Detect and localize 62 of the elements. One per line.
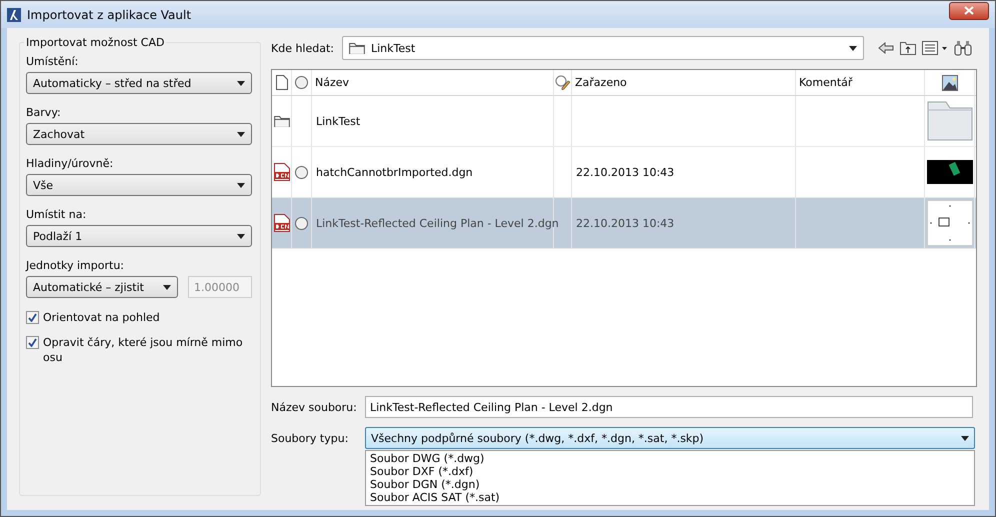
look-in-label: Kde hledat: [271,42,334,54]
back-arrow-icon[interactable] [878,42,894,54]
folder-icon [274,114,290,128]
checkbox-label: Opravit čáry, které jsou mírně mimo osu [43,335,244,365]
close-button[interactable] [949,2,989,20]
field-label: Jednotky importu: [26,259,125,272]
document-icon [276,75,288,90]
window-title: Importovat z aplikace Vault [27,8,192,22]
caret-icon [237,234,245,238]
date-text: 22.10.2013 10:43 [576,166,674,178]
field-label: Umístění: [26,55,80,68]
file-name: LinkTest-Reflected Ceiling Plan - Level 2.dgn [316,216,559,230]
field-label: Název souboru: [271,400,357,414]
comment-pencil-icon [555,75,570,90]
drawing-thumbnail [926,200,972,246]
dropdown[interactable]: Automaticky – střed na střed [26,72,252,94]
dropdown-option[interactable]: Soubor DXF (*.dxf) [370,465,970,478]
checkbox[interactable] [26,336,39,349]
caret-icon [237,182,245,188]
folder-icon [349,42,365,54]
dgn-file-icon [274,214,290,232]
status-circle-icon [295,166,308,178]
image-icon [942,74,958,90]
checkbox[interactable] [26,311,39,324]
dropdown[interactable]: Podlaží 1 [26,225,252,247]
column-heading[interactable]: Zařazeno [572,70,796,95]
date-text: 22.10.2013 10:43 [576,216,674,230]
dropdown[interactable]: Zachovat [26,123,252,145]
caret-icon [163,284,171,290]
status-circle-icon [295,216,308,230]
file-name: LinkTest [316,114,360,128]
dgn-file-icon [274,163,290,181]
dropdown[interactable]: Automatické – zjistit [26,276,178,298]
file-name-field[interactable]: LinkTest-Reflected Ceiling Plan - Level 2.dgn [365,396,973,418]
checkbox-label: Orientovat na pohled [43,310,160,325]
field-label: Soubory typu: [271,432,350,444]
group-title: Importovat možnost CAD [25,36,166,49]
field-label: Umístit na: [26,208,88,221]
app-logo-icon [7,8,21,22]
file-row[interactable]: hatchCannotbrImported.dgn 22.10.2013 10:43 [272,147,976,198]
caret-icon [961,436,969,440]
status-circle-icon [295,76,308,89]
caret-icon [237,132,245,136]
dropdown-option[interactable]: Soubor DGN (*.dgn) [370,478,970,491]
dropdown[interactable]: Vše [26,174,252,196]
dropdown-option[interactable]: Soubor DWG (*.dwg) [370,452,970,465]
dropdown-option[interactable]: Soubor ACIS SAT (*.sat) [370,491,970,504]
view-menu-icon[interactable] [922,41,948,55]
column-heading[interactable]: Název [312,70,554,95]
file-row[interactable]: LinkTest-Reflected Ceiling Plan - Level 2.dgn 22.10.2013 10:43 [272,198,976,249]
field-label: Hladiny/úrovně: [26,157,114,170]
folder-up-icon[interactable] [900,41,916,55]
file-name: hatchCannotbrImported.dgn [316,166,473,178]
look-in-dropdown[interactable]: LinkTest [342,36,864,60]
close-icon [964,6,974,15]
file-type-dropdown[interactable]: Všechny podpůrné soubory (*.dwg, *.dxf, *.dgn, *.sat, *.skp) [365,427,975,449]
column-heading[interactable]: Komentář [796,70,925,95]
binoculars-icon[interactable] [954,40,972,56]
caret-icon [849,46,857,50]
file-row[interactable]: LinkTest [272,96,976,147]
field-label: Barvy: [26,106,62,119]
caret-icon [237,80,245,86]
